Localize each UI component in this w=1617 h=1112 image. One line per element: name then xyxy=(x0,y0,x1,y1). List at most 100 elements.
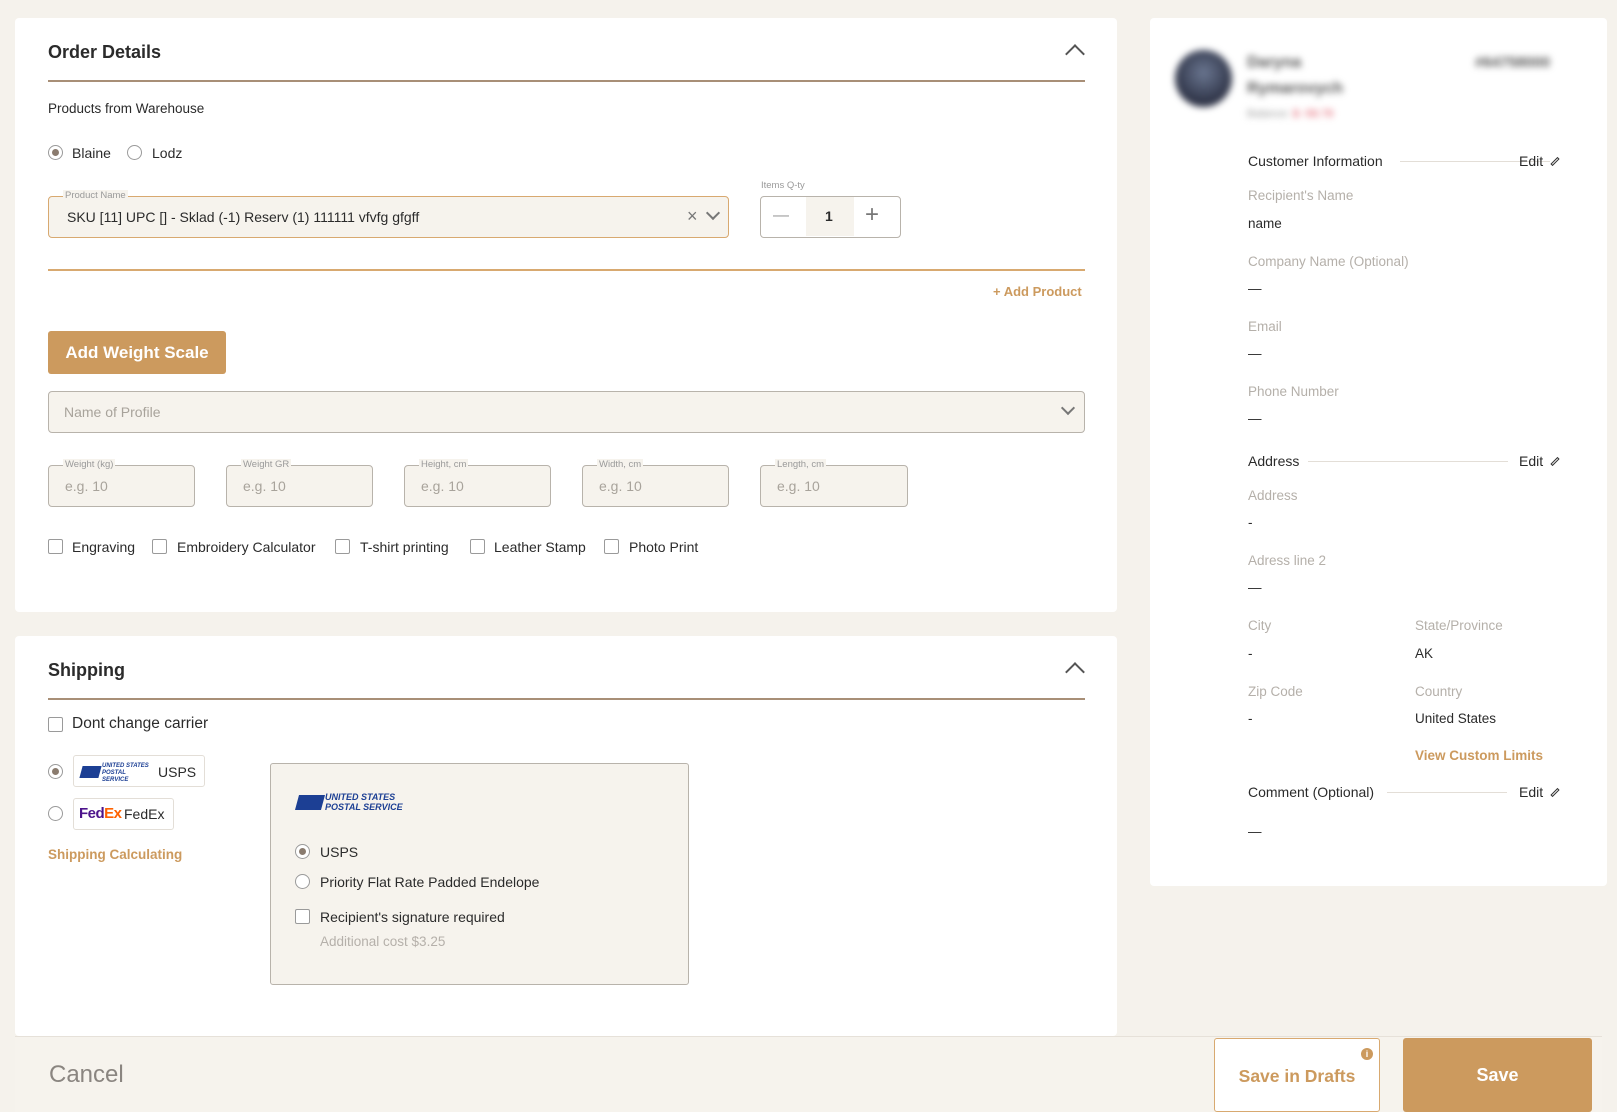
height-input[interactable]: Height, cm e.g. 10 xyxy=(404,459,551,507)
signature-cost: Additional cost $3.25 xyxy=(320,934,446,949)
shipping-card: Shipping Dont change carrier UNITED STAT… xyxy=(15,636,1117,1036)
shipping-calculating-link[interactable]: Shipping Calculating xyxy=(48,847,182,862)
address2-value: — xyxy=(1248,580,1262,595)
dont-change-carrier-checkbox[interactable] xyxy=(48,717,63,732)
address-title: Address xyxy=(1248,453,1300,469)
collapse-shipping-icon[interactable] xyxy=(1065,662,1085,682)
usps-eagle-icon xyxy=(79,766,102,778)
pencil-icon xyxy=(1550,456,1560,467)
signature-label: Recipient's signature required xyxy=(320,909,505,925)
cancel-button[interactable]: Cancel xyxy=(49,1061,124,1089)
profile-select[interactable]: Name of Profile xyxy=(48,391,1085,433)
tshirt-checkbox[interactable] xyxy=(335,539,350,554)
save-button[interactable]: Save xyxy=(1403,1038,1592,1112)
qty-value[interactable]: 1 xyxy=(825,208,833,224)
qty-legend: Items Q-ty xyxy=(761,180,805,191)
customer-info-title: Customer Information xyxy=(1248,153,1383,169)
edit-label: Edit xyxy=(1519,453,1544,469)
increment-button[interactable]: + xyxy=(865,201,879,229)
weight-kg-placeholder: e.g. 10 xyxy=(65,478,108,494)
decrement-button[interactable]: — xyxy=(773,207,789,225)
carrier-fedex-chip[interactable]: FedEx FedEx xyxy=(73,798,174,830)
quantity-stepper[interactable]: — 1 + xyxy=(760,196,901,238)
fedex-logo-ex: Ex xyxy=(104,805,122,822)
length-placeholder: e.g. 10 xyxy=(777,478,820,494)
embroidery-checkbox[interactable] xyxy=(152,539,167,554)
phone-value: — xyxy=(1248,411,1262,426)
pencil-icon xyxy=(1550,156,1560,167)
product-select[interactable]: Product Name SKU [11] UPC [] - Sklad (-1… xyxy=(48,190,729,238)
weight-kg-input[interactable]: Weight (kg) e.g. 10 xyxy=(48,459,195,507)
photo-print-label: Photo Print xyxy=(629,539,699,555)
clear-icon[interactable]: × xyxy=(687,206,698,227)
collapse-order-icon[interactable] xyxy=(1065,44,1085,64)
edit-customer-button[interactable]: Edit xyxy=(1519,153,1560,169)
weight-gr-placeholder: e.g. 10 xyxy=(243,478,286,494)
carrier-fedex-radio[interactable] xyxy=(48,806,63,821)
weight-gr-input[interactable]: Weight GR e.g. 10 xyxy=(226,459,373,507)
country-value: United States xyxy=(1415,711,1497,726)
edit-label: Edit xyxy=(1519,153,1544,169)
usps-eagle-icon xyxy=(294,795,326,810)
fedex-logo-fed: Fed xyxy=(79,805,105,822)
length-legend: Length, cm xyxy=(775,459,826,471)
length-input[interactable]: Length, cm e.g. 10 xyxy=(760,459,908,507)
view-custom-limits-link[interactable]: View Custom Limits xyxy=(1415,748,1543,763)
service-priority-label: Priority Flat Rate Padded Endelope xyxy=(320,874,540,890)
carrier-usps-chip[interactable]: UNITED STATES POSTAL SERVICE USPS xyxy=(73,755,205,787)
save-drafts-button[interactable]: Save in Drafts i xyxy=(1214,1038,1380,1112)
chevron-down-icon[interactable] xyxy=(705,205,721,221)
customer-id: #64758000 xyxy=(1475,54,1551,71)
edit-address-button[interactable]: Edit xyxy=(1519,453,1560,469)
state-value: AK xyxy=(1415,646,1434,661)
customer-card: Daryna Rymarovych #64758000 Balance: $ -… xyxy=(1150,18,1607,886)
usps-panel-logo-line2: POSTAL SERVICE xyxy=(325,802,403,812)
usps-panel-logo-line1: UNITED STATES xyxy=(325,792,396,802)
service-usps-label: USPS xyxy=(320,844,359,860)
balance-label: Balance: xyxy=(1247,108,1290,120)
warehouse-blaine-radio[interactable] xyxy=(48,145,63,160)
weight-kg-legend: Weight (kg) xyxy=(63,459,116,471)
width-input[interactable]: Width, cm e.g. 10 xyxy=(582,459,729,507)
profile-placeholder: Name of Profile xyxy=(64,404,161,420)
company-label: Company Name (Optional) xyxy=(1248,254,1409,269)
usps-services-panel: UNITED STATES POSTAL SERVICE USPS Priori… xyxy=(270,763,689,985)
fedex-logo: FedEx xyxy=(79,805,122,822)
service-usps-radio[interactable] xyxy=(295,844,310,859)
edit-comment-button[interactable]: Edit xyxy=(1519,784,1560,800)
address-line xyxy=(1308,461,1508,462)
add-weight-scale-button[interactable]: Add Weight Scale xyxy=(48,331,226,374)
phone-label: Phone Number xyxy=(1248,384,1339,399)
height-placeholder: e.g. 10 xyxy=(421,478,464,494)
balance: Balance: $ -58.78 xyxy=(1247,108,1333,120)
leather-stamp-label: Leather Stamp xyxy=(494,539,586,555)
recipient-label: Recipient's Name xyxy=(1248,188,1354,203)
email-label: Email xyxy=(1248,319,1282,334)
usps-logo-text: UNITED STATES POSTAL SERVICE xyxy=(102,763,149,783)
order-divider xyxy=(48,80,1085,82)
service-priority-radio[interactable] xyxy=(295,874,310,889)
photo-print-checkbox[interactable] xyxy=(604,539,619,554)
comment-value: — xyxy=(1248,824,1262,839)
embroidery-label: Embroidery Calculator xyxy=(177,539,316,555)
leather-stamp-checkbox[interactable] xyxy=(470,539,485,554)
carrier-usps-label: USPS xyxy=(158,764,197,780)
warehouse-lodz-label: Lodz xyxy=(152,145,183,161)
chevron-down-icon xyxy=(1060,400,1076,416)
warehouse-lodz-radio[interactable] xyxy=(127,145,142,160)
email-value: — xyxy=(1248,346,1262,361)
shipping-divider xyxy=(48,698,1085,700)
footer-bar: Cancel Save in Drafts i Save xyxy=(15,1036,1602,1112)
signature-checkbox[interactable] xyxy=(295,909,310,924)
width-placeholder: e.g. 10 xyxy=(599,478,642,494)
customer-name-line1: Daryna xyxy=(1247,54,1302,71)
balance-value: $ -58.78 xyxy=(1292,108,1334,120)
carrier-usps-radio[interactable] xyxy=(48,764,63,779)
order-details-title: Order Details xyxy=(48,42,162,62)
add-product-link[interactable]: + Add Product xyxy=(993,284,1082,299)
state-label: State/Province xyxy=(1415,618,1503,633)
dont-change-carrier-label: Dont change carrier xyxy=(72,715,209,732)
engraving-checkbox[interactable] xyxy=(48,539,63,554)
country-label: Country xyxy=(1415,684,1463,699)
product-underline xyxy=(48,269,1085,271)
